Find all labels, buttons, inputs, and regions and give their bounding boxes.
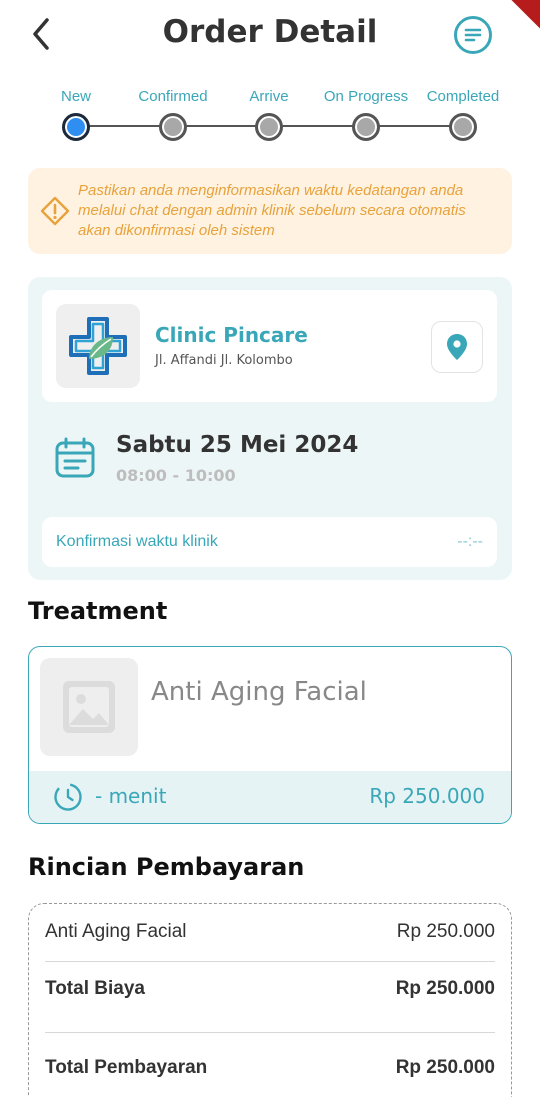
total-cost-row: Total Biaya Rp 250.000 — [45, 978, 495, 1008]
treatment-card[interactable]: Anti Aging Facial - menit Rp 250.000 — [28, 646, 512, 824]
confirmation-label: Konfirmasi waktu klinik — [56, 533, 218, 550]
treatment-name: Anti Aging Facial — [151, 677, 367, 707]
treatment-duration: - menit — [95, 784, 167, 808]
order-status-stepper: New Confirmed Arrive On Progress Complet… — [0, 86, 540, 146]
app-header: Order Detail — [0, 0, 540, 70]
clinic-time-confirmation: Konfirmasi waktu klinik --:-- — [42, 517, 497, 567]
step-label: Confirmed — [138, 88, 208, 105]
step-arrive: Arrive — [214, 86, 324, 141]
total-cost-label: Total Biaya — [45, 978, 145, 999]
timer-icon — [54, 783, 82, 811]
step-completed: Completed — [408, 86, 518, 141]
clinic-address: Jl. Affandi Jl. Kolombo — [155, 353, 293, 368]
step-label: Arrive — [249, 88, 289, 105]
warning-icon — [40, 196, 70, 226]
step-new: New — [21, 86, 131, 141]
step-dot — [255, 113, 283, 141]
payment-section-title: Rincian Pembayaran — [28, 853, 305, 881]
map-location-button[interactable] — [431, 321, 483, 373]
divider — [45, 1032, 495, 1033]
total-cost-value: Rp 250.000 — [395, 978, 495, 999]
total-payment-value: Rp 250.000 — [395, 1057, 495, 1078]
calendar-icon — [55, 437, 95, 478]
step-dot — [449, 113, 477, 141]
payment-item-label: Anti Aging Facial — [45, 921, 187, 942]
divider — [45, 961, 495, 962]
total-payment-row: Total Pembayaran Rp 250.000 — [45, 1057, 495, 1087]
step-dot — [159, 113, 187, 141]
treatment-section-title: Treatment — [28, 597, 168, 625]
clinic-schedule-panel: Clinic Pincare Jl. Affandi Jl. Kolombo S… — [28, 277, 512, 580]
payment-item-value: Rp 250.000 — [396, 921, 495, 942]
clinic-name: Clinic Pincare — [155, 323, 308, 347]
step-label: New — [60, 88, 91, 105]
appointment-date: Sabtu 25 Mei 2024 — [116, 432, 359, 458]
list-icon — [464, 28, 482, 42]
payment-item-row: Anti Aging Facial Rp 250.000 — [45, 921, 495, 951]
treatment-footer: - menit Rp 250.000 — [29, 771, 511, 823]
medical-cross-logo-icon — [69, 317, 127, 375]
warning-text: Pastikan anda menginformasikan waktu ked… — [78, 182, 466, 239]
total-payment-label: Total Pembayaran — [45, 1057, 208, 1078]
treatment-image-placeholder — [40, 658, 138, 756]
treatment-price: Rp 250.000 — [369, 784, 485, 808]
confirmation-time-value: --:-- — [457, 533, 483, 550]
step-label: On Progress — [323, 88, 409, 105]
clinic-logo — [56, 304, 140, 388]
step-dot — [352, 113, 380, 141]
warning-banner: Pastikan anda menginformasikan waktu ked… — [28, 168, 512, 254]
step-label: Completed — [426, 88, 500, 105]
step-confirmed: Confirmed — [118, 86, 228, 141]
appointment-time: 08:00 - 10:00 — [116, 466, 236, 485]
image-placeholder-icon — [63, 681, 115, 733]
payment-details-card: Anti Aging Facial Rp 250.000 Total Biaya… — [28, 903, 512, 1097]
clinic-card[interactable]: Clinic Pincare Jl. Affandi Jl. Kolombo — [42, 290, 497, 402]
step-dot-active — [62, 113, 90, 141]
menu-button[interactable] — [454, 16, 492, 54]
map-pin-icon — [447, 334, 467, 360]
step-on-progress: On Progress — [311, 86, 421, 141]
